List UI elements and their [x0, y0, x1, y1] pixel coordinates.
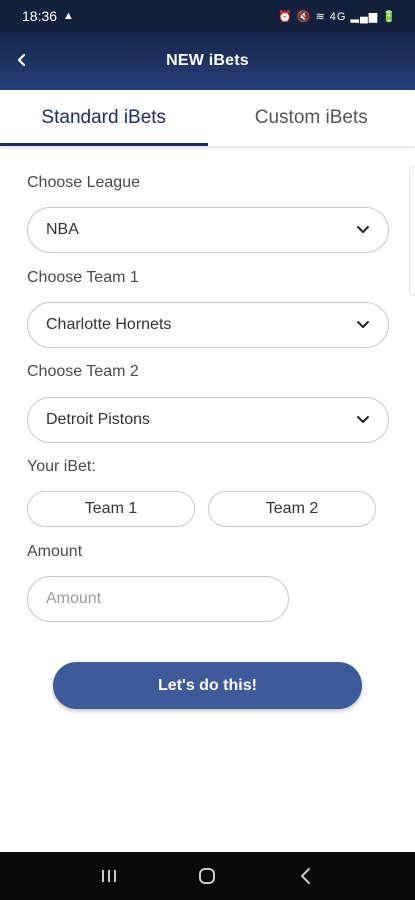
app-header: NEW iBets	[0, 32, 415, 90]
status-time-group: 18:36 ▲	[22, 8, 74, 24]
status-indicators-text: ⏰ 🔇 ≋ 4G ▂▄▆ 🔋	[278, 10, 397, 23]
back-icon	[300, 868, 310, 884]
team1-select-value: Charlotte Hornets	[46, 316, 172, 333]
status-bar: 18:36 ▲ ⏰ 🔇 ≋ 4G ▂▄▆ 🔋	[0, 0, 415, 32]
team2-option-button[interactable]: Team 2	[208, 491, 376, 527]
ibet-label: Your iBet:	[27, 458, 96, 475]
amount-input[interactable]	[27, 576, 289, 622]
team2-label: Choose Team 2	[27, 363, 139, 380]
team2-option-label: Team 2	[265, 500, 319, 517]
league-label: Choose League	[27, 174, 140, 191]
submit-button-label: Let's do this!	[158, 676, 257, 694]
chevron-down-icon	[356, 415, 370, 425]
home-button[interactable]	[187, 856, 227, 896]
notification-icon: ▲	[63, 10, 74, 22]
chevron-down-icon	[356, 225, 370, 235]
back-button[interactable]	[8, 46, 36, 74]
team1-select[interactable]: Charlotte Hornets	[27, 302, 389, 348]
tab-custom-ibets-label: Custom iBets	[254, 107, 368, 128]
submit-button[interactable]: Let's do this!	[53, 662, 362, 709]
chevron-down-icon	[356, 320, 370, 330]
scroll-indicator	[409, 166, 415, 296]
league-select-value: NBA	[46, 221, 79, 238]
back-nav-button[interactable]	[286, 856, 326, 896]
system-nav-bar	[0, 852, 415, 900]
league-select[interactable]: NBA	[27, 207, 389, 253]
amount-label: Amount	[27, 543, 83, 560]
recent-apps-icon	[102, 870, 117, 882]
team2-select-value: Detroit Pistons	[46, 411, 151, 428]
tab-custom-ibets[interactable]: Custom iBets	[208, 90, 415, 146]
team1-option-label: Team 1	[84, 500, 138, 517]
page-title: NEW iBets	[166, 52, 249, 69]
tab-bar: Standard iBets Custom iBets	[0, 90, 415, 146]
tab-standard-ibets[interactable]: Standard iBets	[0, 90, 208, 146]
recent-apps-button[interactable]	[89, 856, 129, 896]
status-time: 18:36	[22, 8, 58, 24]
tab-standard-ibets-label: Standard iBets	[41, 107, 167, 128]
status-indicators: ⏰ 🔇 ≋ 4G ▂▄▆ 🔋	[278, 10, 397, 23]
team2-select[interactable]: Detroit Pistons	[27, 397, 389, 443]
home-icon	[199, 868, 216, 884]
chevron-left-icon	[17, 53, 26, 67]
team1-option-button[interactable]: Team 1	[27, 491, 195, 527]
team1-label: Choose Team 1	[27, 269, 139, 286]
